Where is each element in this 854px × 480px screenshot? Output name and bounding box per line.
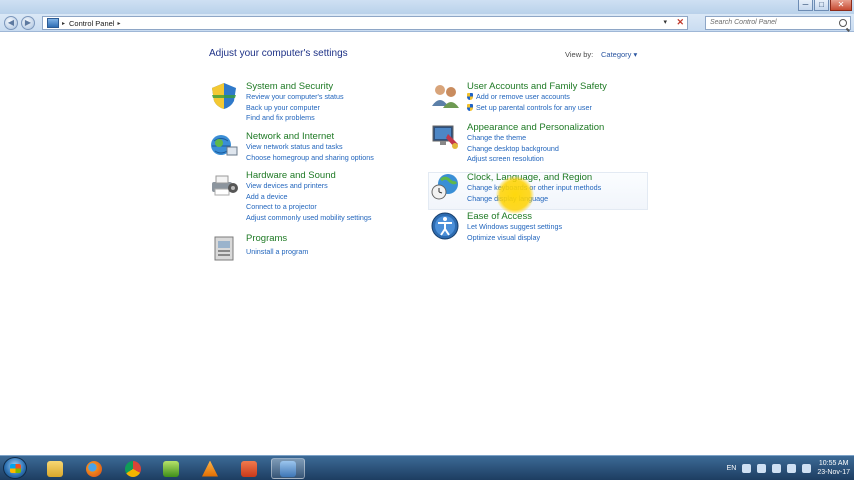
ease-of-access-icon[interactable] xyxy=(430,211,460,241)
window-titlebar: ─ □ ✕ xyxy=(0,0,854,14)
printer-icon[interactable] xyxy=(209,170,239,200)
category-ease-access: Ease of Access Let Windows suggest setti… xyxy=(430,211,562,243)
breadcrumb-arrow-icon[interactable]: ▸ xyxy=(117,20,120,27)
category-title[interactable]: Programs xyxy=(246,233,308,244)
category-network-internet: Network and Internet View network status… xyxy=(209,131,374,163)
forward-button[interactable]: ▶ xyxy=(21,16,35,30)
category-title[interactable]: Clock, Language, and Region xyxy=(467,172,601,183)
link-add-remove-users[interactable]: Add or remove user accounts xyxy=(467,92,607,103)
breadcrumb-control-panel[interactable]: Control Panel xyxy=(69,19,114,28)
back-button[interactable]: ◀ xyxy=(4,16,18,30)
window-controls: ─ □ ✕ xyxy=(798,0,852,11)
appearance-icon[interactable] xyxy=(430,122,460,152)
category-title[interactable]: Hardware and Sound xyxy=(246,170,371,181)
link-connect-projector[interactable]: Connect to a projector xyxy=(246,202,371,213)
mouse-cursor-highlight xyxy=(496,176,534,214)
breadcrumb-arrow-icon: ▸ xyxy=(62,20,66,27)
navigation-bar: ◀ ▶ ▸ Control Panel ▸ ▾ ✕ Search Control… xyxy=(0,14,854,32)
link-suggest-settings[interactable]: Let Windows suggest settings xyxy=(467,222,562,233)
tray-volume-icon[interactable] xyxy=(802,463,812,473)
link-desktop-background[interactable]: Change desktop background xyxy=(467,144,604,155)
link-review-status[interactable]: Review your computer's status xyxy=(246,92,344,103)
link-add-device[interactable]: Add a device xyxy=(246,192,371,203)
control-panel-content: Adjust your computer's settings View by:… xyxy=(0,33,854,455)
link-devices-printers[interactable]: View devices and printers xyxy=(246,181,371,192)
maximize-button[interactable]: □ xyxy=(814,0,829,11)
tray-keyboard-icon[interactable] xyxy=(742,463,752,473)
start-button[interactable] xyxy=(3,457,27,479)
link-parental-controls[interactable]: Set up parental controls for any user xyxy=(467,103,607,114)
chrome-icon[interactable] xyxy=(116,458,150,479)
shield-icon[interactable] xyxy=(209,81,239,111)
tray-arrow-icon[interactable] xyxy=(757,463,767,473)
category-hardware-sound: Hardware and Sound View devices and prin… xyxy=(209,170,371,223)
link-back-up[interactable]: Back up your computer xyxy=(246,103,344,114)
link-display-language[interactable]: Change display language xyxy=(467,194,601,205)
language-indicator[interactable]: EN xyxy=(727,465,737,472)
users-icon[interactable] xyxy=(430,81,460,111)
tray-network-icon[interactable] xyxy=(787,463,797,473)
category-title[interactable]: User Accounts and Family Safety xyxy=(467,81,607,92)
address-clear-icon[interactable]: ✕ xyxy=(676,17,684,28)
page-title: Adjust your computer's settings xyxy=(209,48,348,59)
vlc-icon[interactable] xyxy=(193,458,227,479)
control-panel-icon[interactable] xyxy=(271,458,305,479)
view-by-label: View by: xyxy=(565,50,594,59)
spreadsheet-icon[interactable] xyxy=(154,458,188,479)
minimize-button[interactable]: ─ xyxy=(798,0,813,11)
clock-date: 23-Nov-17 xyxy=(817,469,850,476)
firefox-icon[interactable] xyxy=(77,458,111,479)
link-uninstall-program[interactable]: Uninstall a program xyxy=(246,247,308,258)
close-window-button[interactable]: ✕ xyxy=(830,0,852,11)
clock-time: 10:55 AM xyxy=(818,460,849,467)
link-optimize-visual[interactable]: Optimize visual display xyxy=(467,233,562,244)
category-programs: Programs Uninstall a program xyxy=(209,233,308,263)
address-dropdown-icon[interactable]: ▾ xyxy=(663,18,667,26)
category-system-security: System and Security Review your computer… xyxy=(209,81,344,124)
link-network-status[interactable]: View network status and tasks xyxy=(246,142,374,153)
view-by-dropdown[interactable]: Category ▾ xyxy=(601,50,637,59)
category-appearance: Appearance and Personalization Change th… xyxy=(430,122,604,165)
clock-globe-icon[interactable] xyxy=(430,172,460,202)
category-title[interactable]: System and Security xyxy=(246,81,344,92)
globe-network-icon[interactable] xyxy=(209,131,239,161)
category-title[interactable]: Appearance and Personalization xyxy=(467,122,604,133)
link-mobility-settings[interactable]: Adjust commonly used mobility settings xyxy=(246,213,371,224)
address-bar[interactable]: ▸ Control Panel ▸ ▾ ✕ xyxy=(42,16,688,30)
control-panel-icon xyxy=(47,18,59,28)
explorer-icon[interactable] xyxy=(38,458,72,479)
programs-icon[interactable] xyxy=(209,233,239,263)
media-icon[interactable] xyxy=(232,458,266,479)
taskbar: EN 10:55 AM 23-Nov-17 xyxy=(0,455,854,480)
link-keyboards-input[interactable]: Change keyboards or other input methods xyxy=(467,183,601,194)
clock[interactable]: 10:55 AM 23-Nov-17 xyxy=(817,459,850,477)
link-find-fix-problems[interactable]: Find and fix problems xyxy=(246,113,344,124)
search-input[interactable]: Search Control Panel xyxy=(705,16,851,30)
link-homegroup[interactable]: Choose homegroup and sharing options xyxy=(246,153,374,164)
category-user-accounts: User Accounts and Family Safety Add or r… xyxy=(430,81,607,113)
link-screen-resolution[interactable]: Adjust screen resolution xyxy=(467,154,604,165)
search-icon[interactable] xyxy=(839,19,847,27)
tray-battery-icon[interactable] xyxy=(772,463,782,473)
system-tray: EN 10:55 AM 23-Nov-17 xyxy=(727,456,850,480)
category-title[interactable]: Network and Internet xyxy=(246,131,374,142)
link-change-theme[interactable]: Change the theme xyxy=(467,133,604,144)
